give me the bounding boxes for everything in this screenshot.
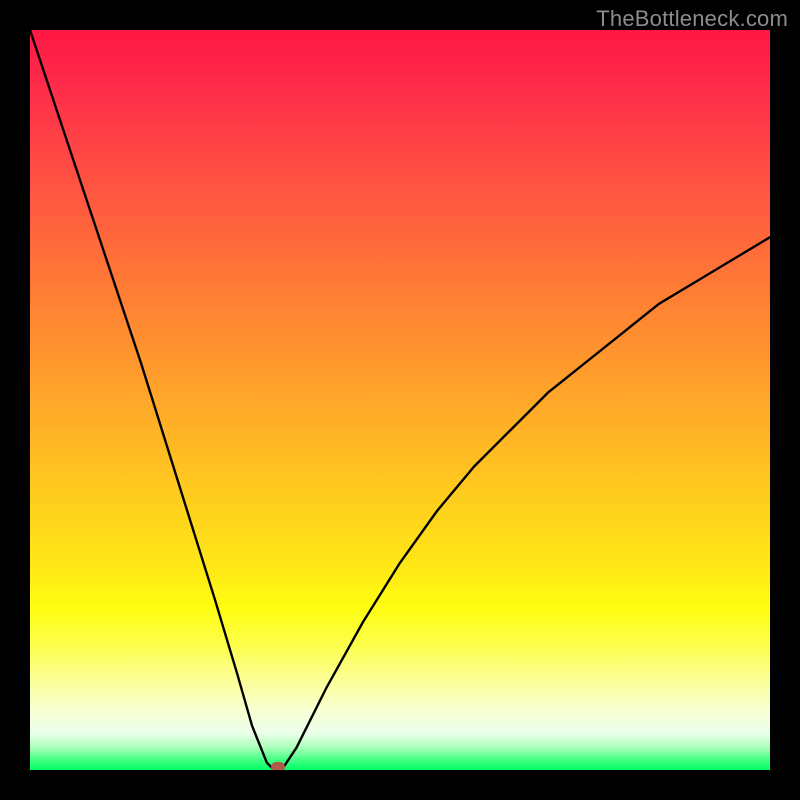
optimal-point-marker <box>271 762 285 770</box>
chart-frame: TheBottleneck.com <box>0 0 800 800</box>
watermark-text: TheBottleneck.com <box>596 6 788 32</box>
bottleneck-curve <box>30 30 770 770</box>
plot-area <box>30 30 770 770</box>
